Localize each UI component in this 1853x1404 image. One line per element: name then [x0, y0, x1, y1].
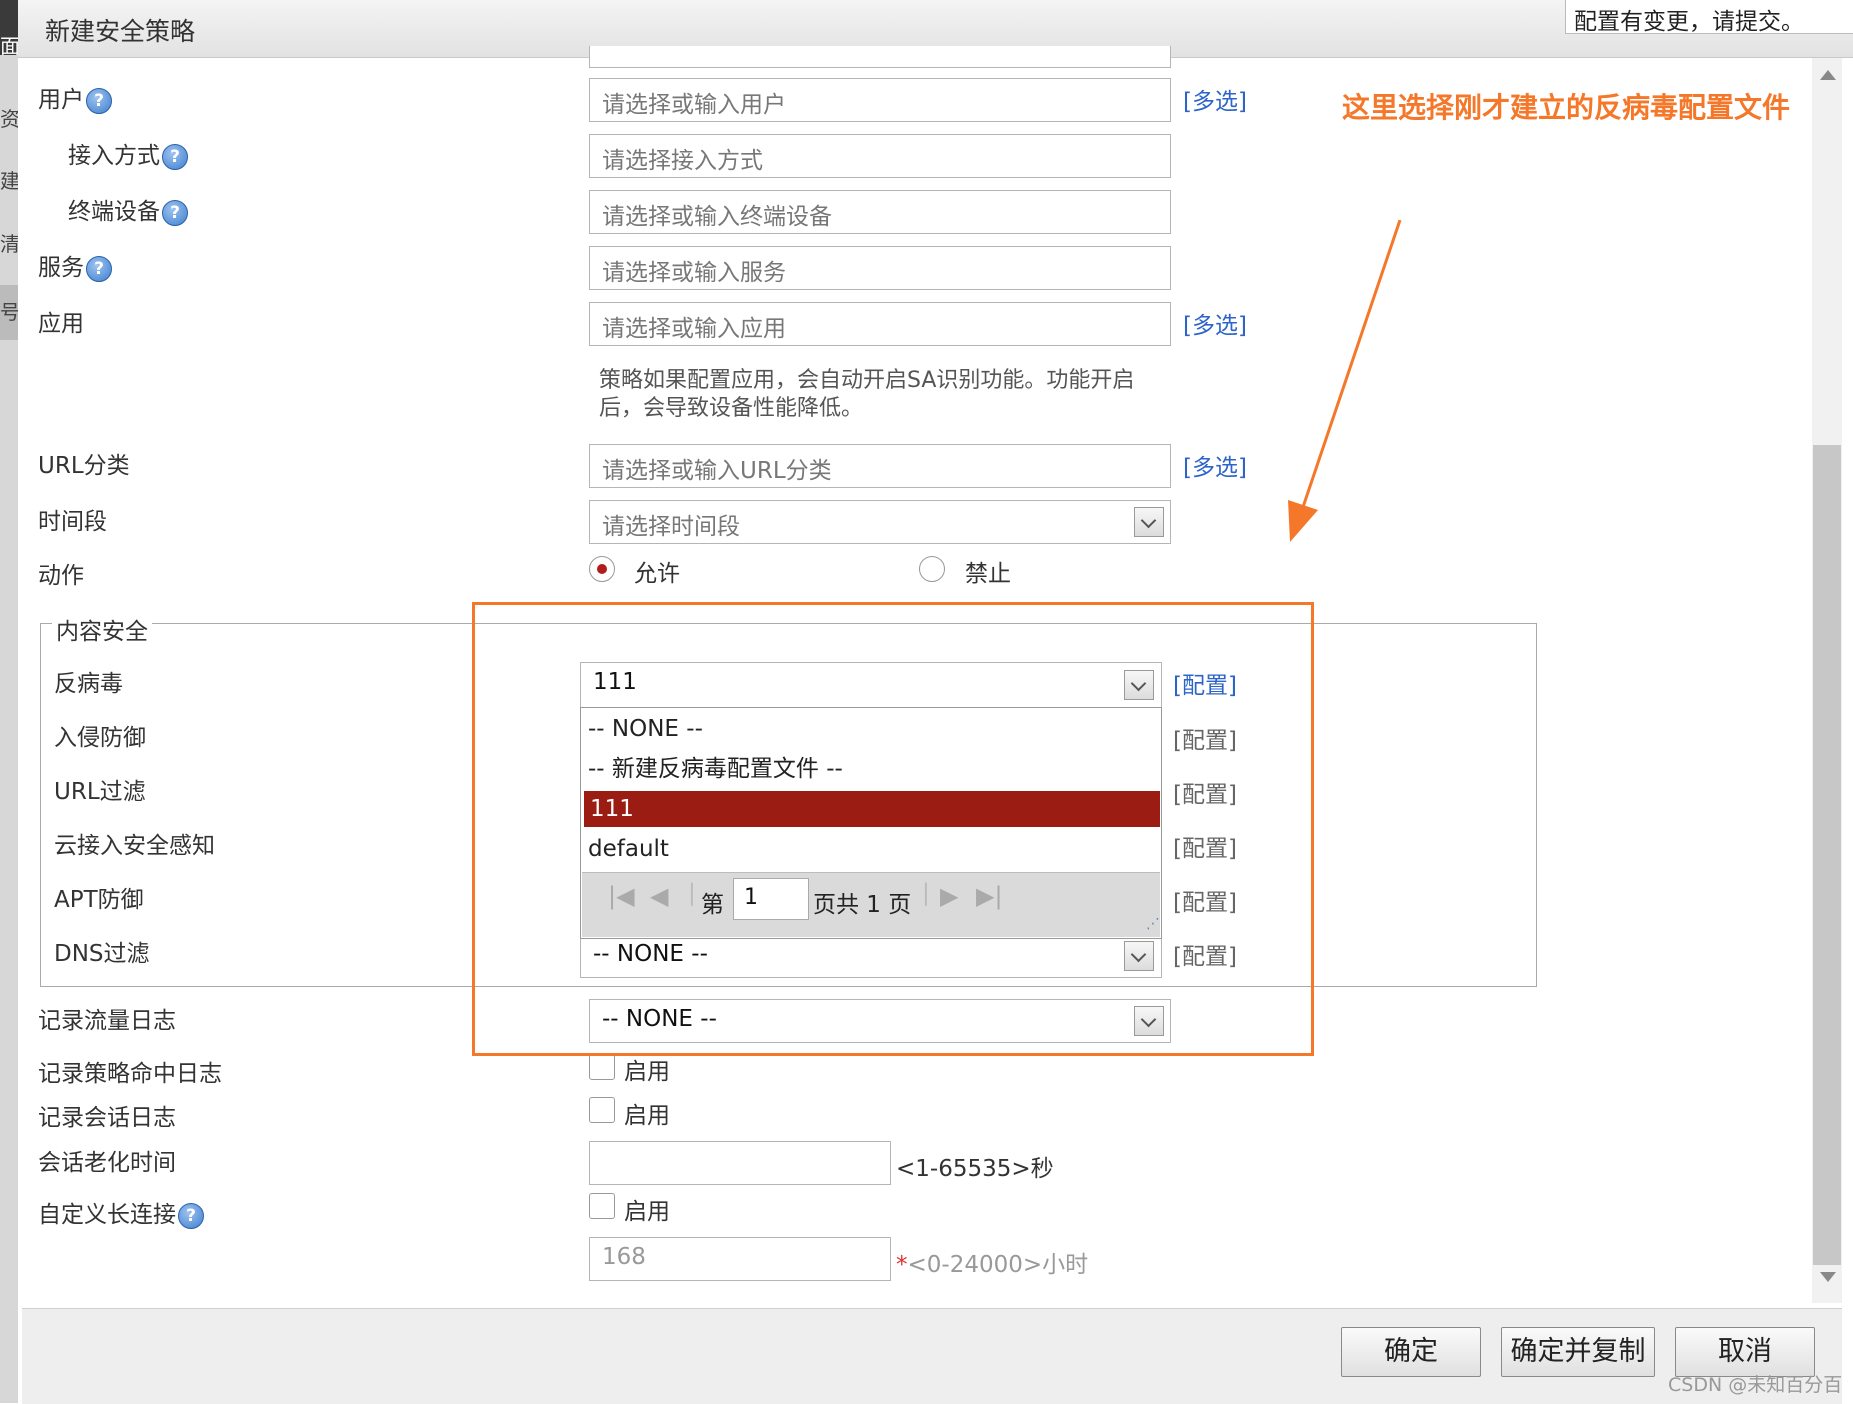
url-category-label: URL分类 [38, 453, 130, 479]
time-range-select[interactable]: 请选择时间段 [589, 500, 1171, 544]
long-connection-label: 自定义长连接? [38, 1195, 204, 1229]
application-input[interactable]: 请选择或输入应用 [589, 302, 1171, 346]
url-filter-label: URL过滤 [54, 779, 146, 805]
application-note-line-1: 策略如果配置应用，会自动开启SA识别功能。功能开启 [599, 368, 1135, 393]
annotation-text: 这里选择刚才建立的反病毒配置文件 [1342, 91, 1791, 124]
help-icon[interactable]: ? [86, 255, 112, 282]
long-connection-hint: *<0-24000>小时 [896, 1252, 1089, 1278]
session-log-label: 记录会话日志 [38, 1105, 176, 1131]
url-category-input[interactable]: 请选择或输入URL分类 [589, 444, 1171, 488]
help-icon[interactable]: ? [178, 1202, 204, 1229]
background-text: 建 [0, 169, 18, 193]
ok-and-copy-button[interactable]: 确定并复制 [1501, 1327, 1655, 1377]
arrow-icon [1288, 220, 1402, 542]
chevron-down-icon[interactable] [1134, 507, 1164, 537]
session-aging-label: 会话老化时间 [38, 1150, 176, 1176]
session-aging-hint: <1-65535>秒 [896, 1156, 1054, 1182]
watermark: CSDN @未知百分百 [1668, 1374, 1843, 1396]
background-window-strip: 面 资面 建 清 号 [0, 0, 18, 1403]
background-text: 清 [0, 232, 18, 256]
radio-allow[interactable] [589, 556, 615, 582]
long-connection-hours-input[interactable]: 168 [589, 1237, 891, 1281]
url-category-multi-select-link[interactable]: [多选] [1183, 448, 1247, 482]
content-security-legend: 内容安全 [52, 612, 152, 646]
session-log-checkbox[interactable] [589, 1097, 615, 1123]
annotation-highlight-box [472, 602, 1314, 1056]
help-icon[interactable]: ? [162, 143, 188, 170]
change-notice: 配置有变更，请提交。 [1565, 0, 1853, 35]
action-label: 动作 [38, 563, 84, 589]
session-log-checkbox-label: 启用 [624, 1103, 670, 1129]
radio-deny-label: 禁止 [965, 561, 1011, 587]
long-connection-checkbox-label: 启用 [624, 1199, 670, 1225]
help-icon[interactable]: ? [162, 199, 188, 226]
application-note-line-2: 后，会导致设备性能降低。 [599, 396, 864, 421]
background-text: 面 [0, 34, 18, 58]
scrolled-input[interactable] [589, 46, 1171, 68]
time-range-label: 时间段 [38, 509, 107, 535]
policy-hit-log-checkbox[interactable] [589, 1054, 615, 1080]
user-input[interactable]: 请选择或输入用户 [589, 78, 1171, 122]
policy-hit-log-label: 记录策略命中日志 [38, 1061, 222, 1087]
cloud-access-label: 云接入安全感知 [54, 833, 215, 859]
background-text: 资面 [0, 107, 18, 131]
service-input[interactable]: 请选择或输入服务 [589, 246, 1171, 290]
dialog-title: 新建安全策略 [45, 17, 196, 46]
application-multi-select-link[interactable]: [多选] [1183, 306, 1247, 340]
access-mode-input[interactable]: 请选择接入方式 [589, 134, 1171, 178]
terminal-label: 终端设备? [68, 192, 188, 226]
application-label: 应用 [38, 311, 84, 337]
ok-button[interactable]: 确定 [1341, 1327, 1481, 1377]
intrusion-label: 入侵防御 [54, 725, 146, 751]
help-icon[interactable]: ? [86, 87, 112, 114]
long-connection-checkbox[interactable] [589, 1193, 615, 1219]
service-label: 服务? [38, 248, 112, 282]
access-mode-label: 接入方式? [68, 136, 188, 170]
radio-deny[interactable] [919, 556, 945, 582]
apt-label: APT防御 [54, 887, 144, 913]
traffic-log-label: 记录流量日志 [38, 1008, 176, 1034]
background-text: 号 [0, 300, 18, 324]
scroll-down-icon[interactable] [1820, 1272, 1836, 1282]
antivirus-label: 反病毒 [54, 671, 123, 697]
required-mark: * [896, 1252, 908, 1278]
user-label: 用户? [38, 80, 112, 114]
scrollbar-thumb[interactable] [1813, 445, 1841, 1265]
terminal-input[interactable]: 请选择或输入终端设备 [589, 190, 1171, 234]
scroll-up-icon[interactable] [1820, 70, 1836, 80]
radio-allow-label: 允许 [634, 561, 680, 587]
dns-filter-label: DNS过滤 [54, 941, 150, 967]
user-multi-select-link[interactable]: [多选] [1183, 82, 1247, 116]
policy-hit-log-checkbox-label: 启用 [624, 1059, 670, 1085]
session-aging-input[interactable] [589, 1141, 891, 1185]
